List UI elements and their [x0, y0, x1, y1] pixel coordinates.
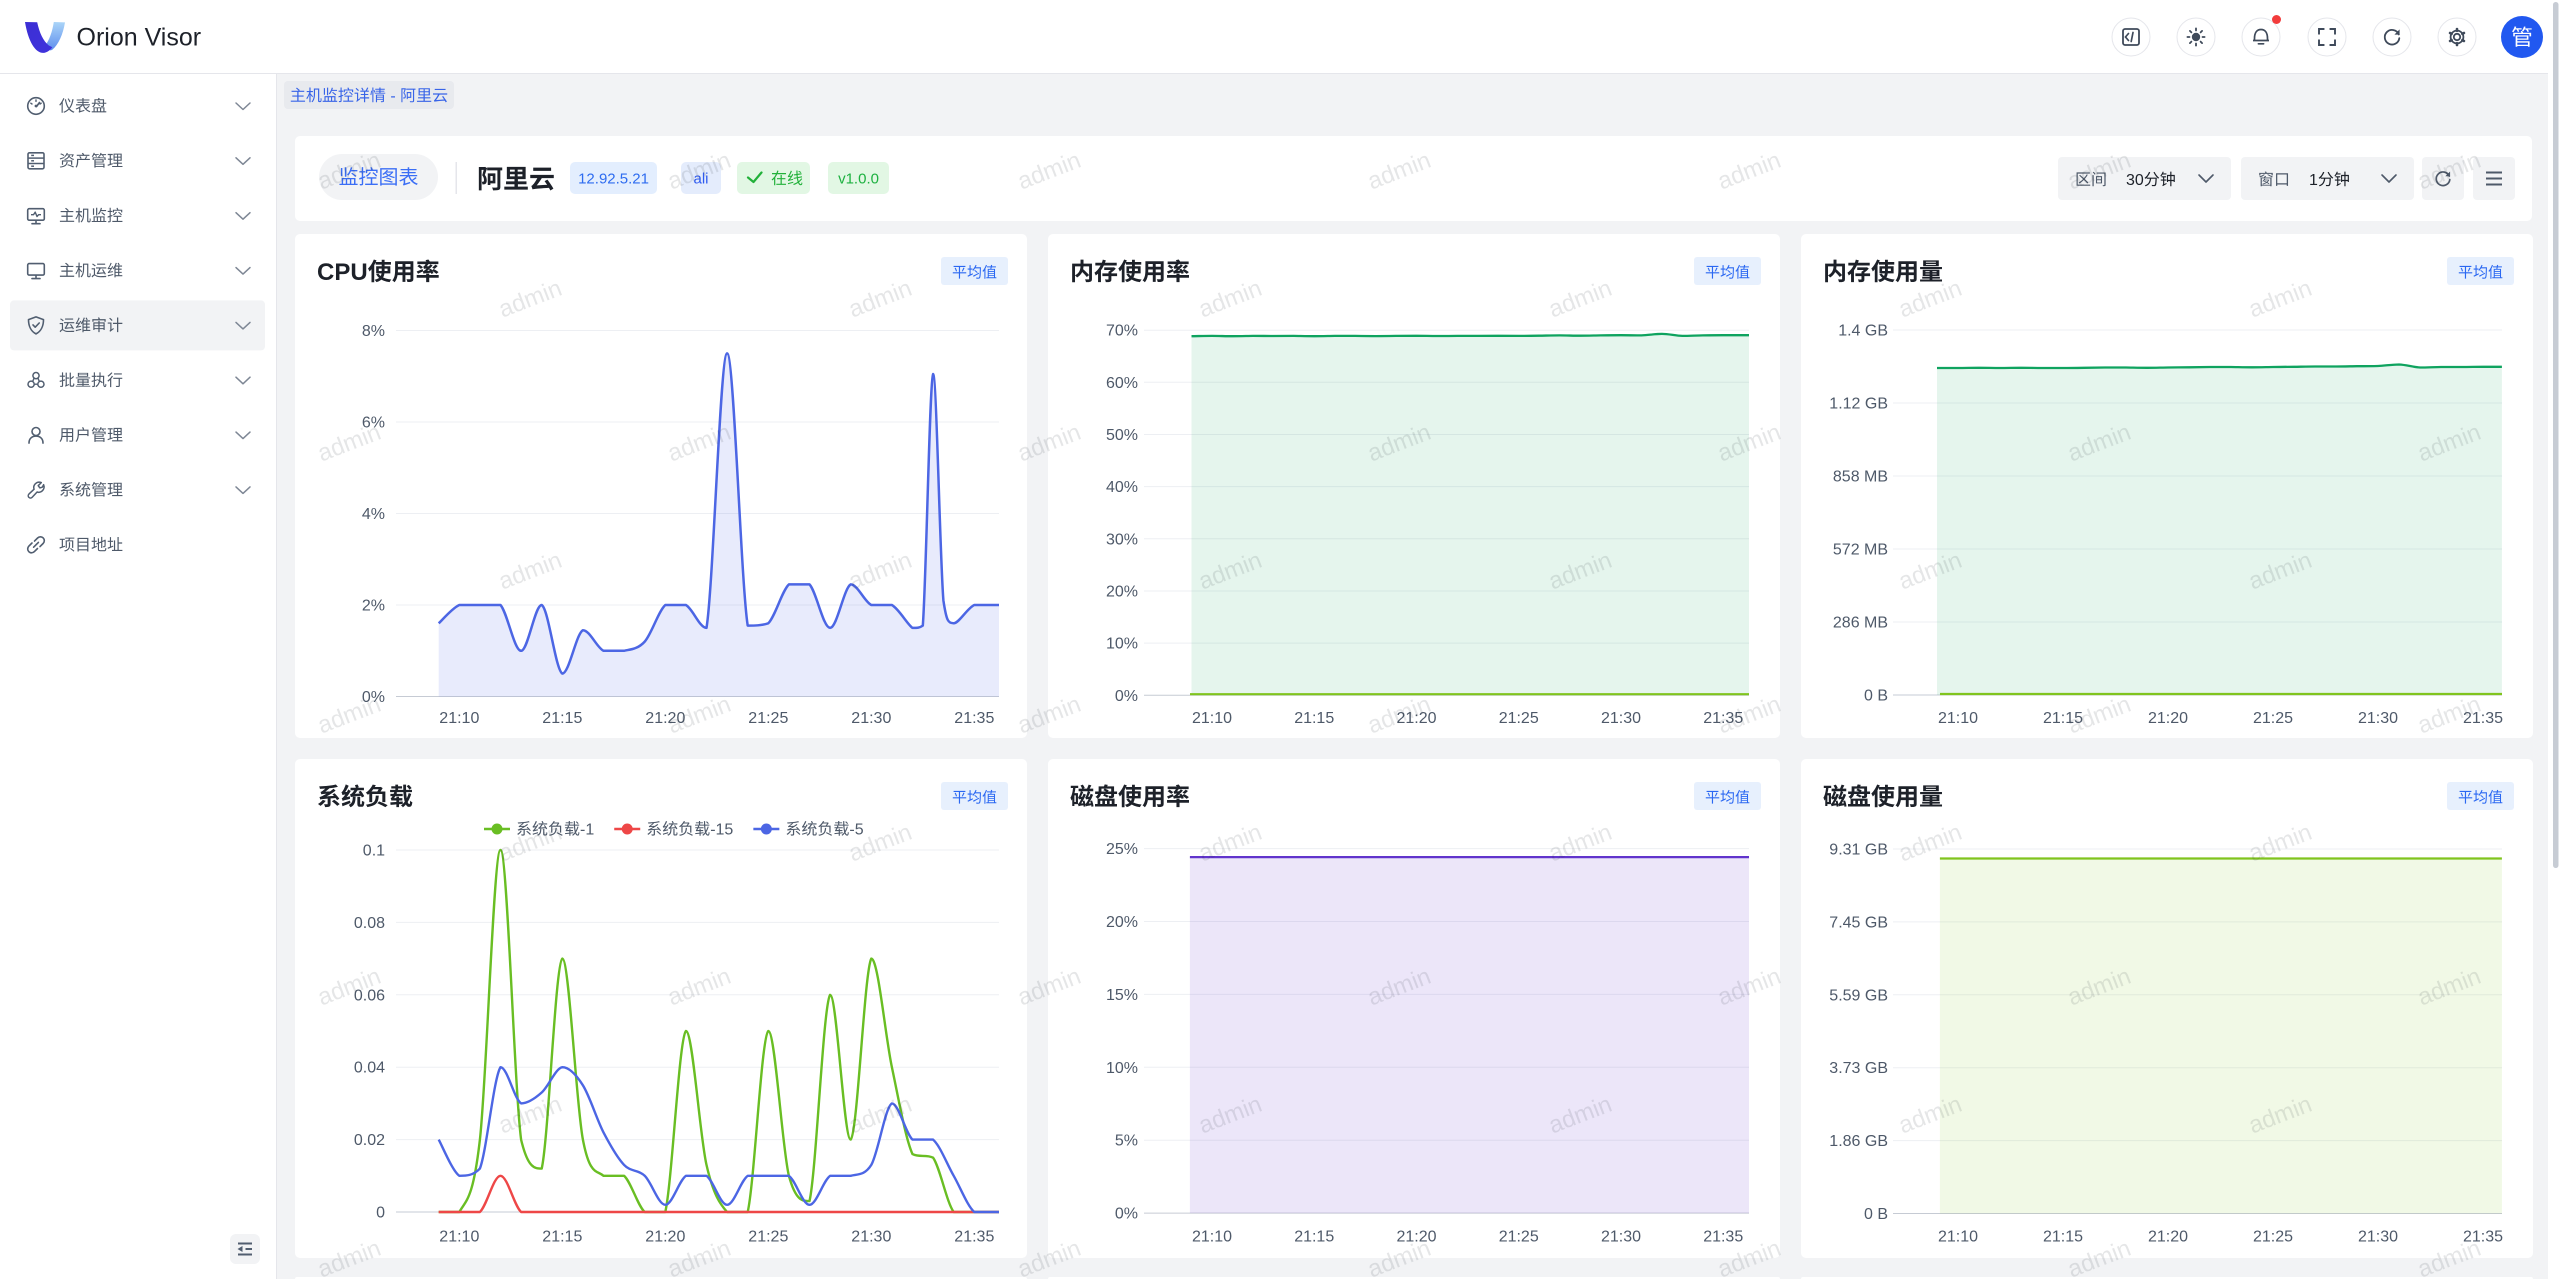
svg-text:Orion Visor: Orion Visor — [77, 24, 202, 52]
